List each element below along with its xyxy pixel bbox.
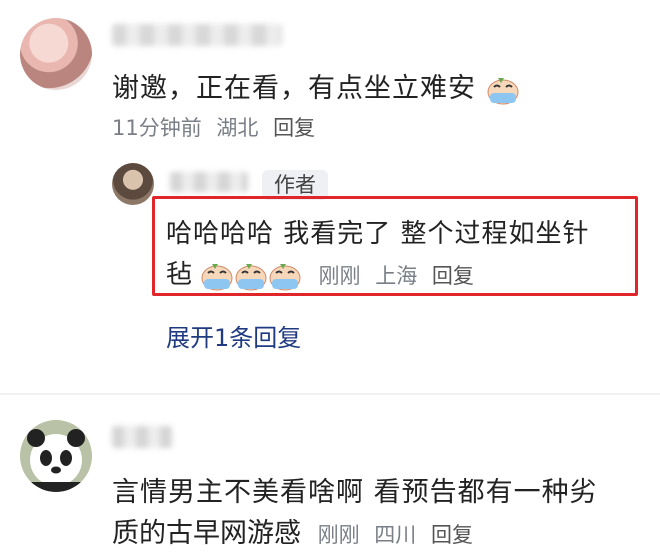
comment-text-content: 谢邀，正在看，有点坐立难安 [112,73,476,104]
avatar[interactable] [20,18,92,90]
comment-text-continued: 质的古早网游感 [112,518,301,549]
reply-text-line2: 毡 刚刚 上海 回复 [166,254,482,291]
reply-text: 哈哈哈哈 我看完了 整个过程如坐针 [166,219,590,249]
reply-text-continued: 毡 [166,260,193,290]
panda-avatar-image [20,420,92,492]
comment-meta: 刚刚 四川 回复 [318,523,481,547]
comment-text-line2: 质的古早网游感 刚刚 四川 回复 [112,511,481,550]
expand-replies-link[interactable]: 展开1条回复 [166,318,301,353]
avatar[interactable] [20,420,92,492]
reply-button[interactable]: 回复 [273,116,315,140]
reply-meta: 刚刚 上海 回复 [319,264,482,288]
reply-text-line1: 哈哈哈哈 我看完了 整个过程如坐针 [166,213,590,250]
comment-location: 湖北 [216,116,259,140]
reply-location: 上海 [375,264,418,288]
crying-face-icon [487,77,519,104]
reply-button[interactable]: 回复 [432,264,474,288]
reply-button[interactable]: 回复 [431,523,473,547]
crying-face-icon [201,263,233,290]
comment-location: 四川 [374,523,417,547]
crying-face-icon [235,263,267,290]
comment-meta: 11分钟前 湖北 回复 [112,112,323,142]
reply-time: 刚刚 [318,264,361,288]
comment-time: 刚刚 [317,523,360,547]
comment-time: 11分钟前 [112,116,202,140]
username-blurred [170,172,248,192]
divider [0,393,660,395]
comment-text-line1: 言情男主不美看啥啊 看预告都有一种劣 [112,470,598,509]
comment-text: 谢邀，正在看，有点坐立难安 [112,66,520,105]
username-blurred [112,426,172,448]
comment-text-content: 言情男主不美看啥啊 看预告都有一种劣 [112,477,598,508]
crying-face-icon [269,263,301,290]
username-blurred [112,24,282,46]
avatar[interactable] [112,163,154,205]
